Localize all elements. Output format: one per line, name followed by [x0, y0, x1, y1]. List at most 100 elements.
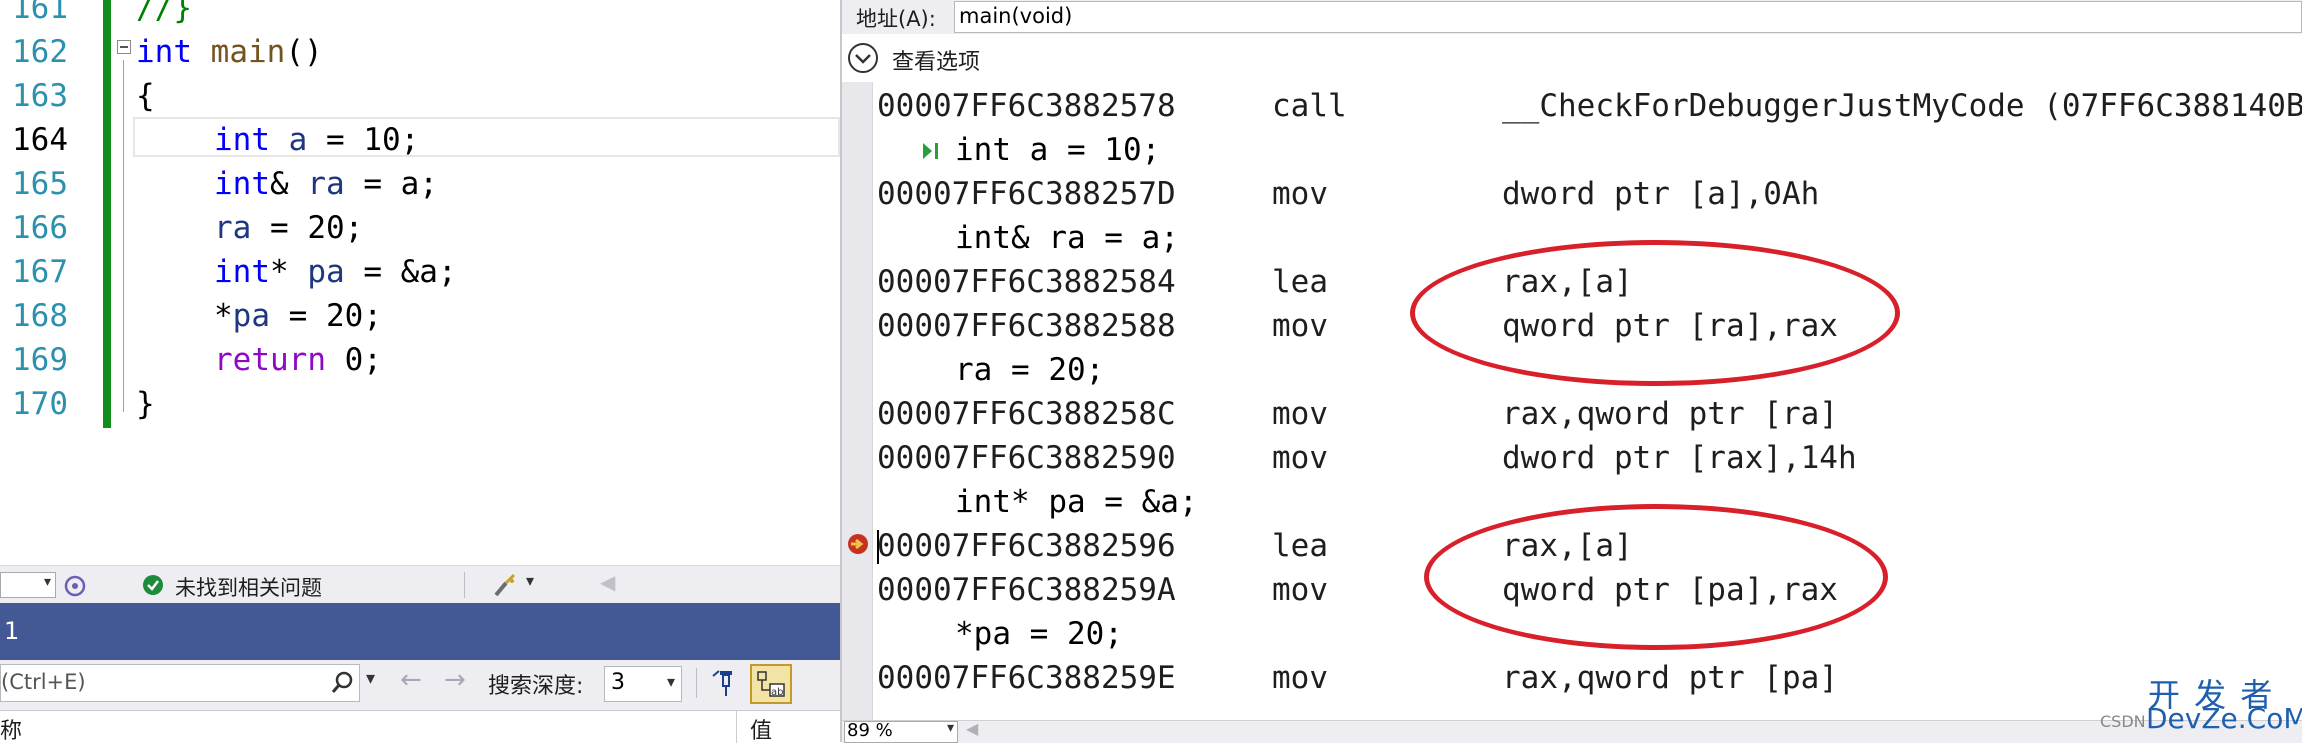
asm-row-current[interactable]: 00007FF6C3882596 lea rax,[a] — [877, 524, 1633, 568]
collapse-icon[interactable] — [117, 40, 131, 54]
keyword: int — [214, 254, 270, 290]
asm-operands: rax,qword ptr [pa] — [1502, 660, 1838, 696]
line-number: 169 — [12, 342, 68, 378]
disassembly-window[interactable]: 地址(A): main(void) 查看选项 00007FF6C3882578 c… — [840, 0, 2302, 743]
line-number: 161 — [12, 0, 68, 26]
chevron-down-icon[interactable]: ▾ — [526, 571, 534, 590]
variable: ra — [214, 210, 252, 246]
source-text: ra = 20; — [955, 352, 1105, 388]
watch-panel-title: 1 — [0, 603, 840, 660]
column-name-header[interactable]: 称 — [0, 713, 22, 745]
code-line[interactable]: //} — [136, 0, 192, 30]
source-row[interactable]: ra = 20; — [955, 348, 1104, 392]
code-text: = 20; — [251, 210, 364, 246]
zoom-select[interactable]: 89 % ▾ — [844, 720, 958, 743]
asm-row[interactable]: 00007FF6C3882578 call __CheckForDebuggerJu… — [877, 84, 2302, 128]
search-depth-select[interactable]: 3 ▾ — [604, 666, 682, 702]
keyword: int — [136, 34, 192, 70]
code-line[interactable]: { — [136, 74, 155, 118]
code-line[interactable]: } — [136, 382, 155, 426]
code-line[interactable]: ra = 20; — [214, 206, 363, 250]
asm-row[interactable]: 00007FF6C3882584 lea rax,[a] — [877, 260, 1633, 304]
asm-row[interactable]: 00007FF6C388257D mov dword ptr [a],0Ah — [877, 172, 1819, 216]
panel-title: 1 — [4, 617, 20, 645]
address-input[interactable]: main(void) — [954, 1, 2302, 33]
code-line[interactable]: int* pa = &a; — [214, 250, 457, 294]
variable: ra — [307, 166, 345, 202]
code-line[interactable]: *pa = 20; — [214, 294, 382, 338]
issues-status-text[interactable]: 未找到相关问题 — [175, 572, 322, 602]
search-input[interactable]: (Ctrl+E) — [0, 664, 360, 702]
annotation-circle — [1410, 240, 1900, 386]
scroll-left-icon[interactable]: ◀ — [600, 570, 615, 594]
asm-operands: dword ptr [a],0Ah — [1502, 176, 1820, 212]
asm-operands: dword ptr [rax],14h — [1502, 440, 1857, 476]
code-text: = &a; — [344, 254, 457, 290]
asm-opcode: mov — [1272, 440, 1328, 476]
code-text: { — [136, 78, 155, 114]
code-line[interactable]: int main() — [136, 30, 323, 74]
asm-address: 00007FF6C388257D — [877, 176, 1176, 212]
horizontal-scrollbar[interactable]: 89 % ▾ ◀ — [842, 719, 2302, 743]
asm-address: 00007FF6C388259E — [877, 660, 1176, 696]
line-number: 170 — [12, 386, 68, 422]
asm-row[interactable]: 00007FF6C388258C mov rax,qword ptr [ra] — [877, 392, 1838, 436]
view-options-bar[interactable]: 查看选项 — [842, 34, 2302, 82]
asm-row[interactable]: 00007FF6C388259A mov qword ptr [pa],rax — [877, 568, 1838, 612]
asm-address: 00007FF6C3882584 — [877, 264, 1176, 300]
source-text: int* pa = &a; — [955, 484, 1198, 520]
source-row[interactable]: *pa = 20; — [955, 612, 1123, 656]
scroll-left-icon[interactable]: ◀ — [966, 719, 978, 738]
asm-opcode: call — [1272, 88, 1347, 124]
check-circle-icon — [143, 575, 163, 595]
view-options-label[interactable]: 查看选项 — [892, 44, 980, 76]
address-bar: 地址(A): main(void) — [842, 0, 2302, 35]
source-text: int& ra = a; — [955, 220, 1179, 256]
code-text: * — [214, 298, 233, 334]
keyword: int — [214, 166, 270, 202]
source-text: int a = 10; — [955, 132, 1161, 168]
asm-address: 00007FF6C3882590 — [877, 440, 1176, 476]
pin-icon[interactable] — [710, 668, 738, 698]
divider — [464, 572, 465, 598]
asm-operands: rax,qword ptr [ra] — [1502, 396, 1838, 432]
asm-row[interactable]: 00007FF6C3882590 mov dword ptr [rax],14h — [877, 436, 1857, 480]
code-line[interactable]: return 0; — [214, 338, 382, 382]
watermark-small: CSDN — [2100, 712, 2146, 731]
chevron-down-icon[interactable]: ▾ — [366, 668, 375, 689]
editor-status-bar: ▾ 未找到相关问题 ▾ ◀ — [0, 565, 840, 604]
search-icon[interactable] — [331, 671, 353, 695]
address-label: 地址(A): — [856, 7, 936, 31]
asm-address: 00007FF6C388259A — [877, 572, 1176, 608]
column-value-header[interactable]: 值 — [750, 713, 772, 745]
run-to-cursor-icon[interactable] — [920, 140, 942, 162]
function-name: main — [192, 34, 286, 70]
fold-guide-line — [123, 60, 124, 412]
breakpoint-current-icon[interactable] — [846, 532, 870, 556]
copilot-icon[interactable] — [62, 573, 88, 599]
view-toggle-button[interactable]: ab — [750, 664, 792, 704]
code-cleanup-icon[interactable] — [492, 571, 520, 599]
asm-opcode: mov — [1272, 572, 1328, 608]
asm-row[interactable]: 00007FF6C388259E mov rax,qword ptr [pa] — [877, 656, 1838, 700]
source-row[interactable]: int& ra = a; — [955, 216, 1179, 260]
asm-row[interactable]: 00007FF6C3882588 mov qword ptr [ra],rax — [877, 304, 1838, 348]
code-editor[interactable]: 161 162 163 164 165 166 167 168 169 170 … — [0, 0, 840, 565]
forward-arrow-icon[interactable]: → — [444, 665, 466, 695]
source-row[interactable]: int* pa = &a; — [955, 480, 1198, 524]
line-number: 162 — [12, 34, 68, 70]
chevron-down-icon: ▾ — [43, 574, 51, 590]
breakpoint-margin[interactable] — [842, 82, 873, 722]
asm-address: 00007FF6C3882596 — [877, 528, 1176, 564]
code-line[interactable]: int& ra = a; — [214, 162, 438, 206]
line-number: 165 — [12, 166, 68, 202]
back-arrow-icon[interactable]: ← — [400, 665, 422, 695]
column-divider[interactable] — [736, 711, 737, 743]
chevron-down-circle-icon[interactable] — [847, 42, 879, 74]
asm-opcode: lea — [1272, 264, 1328, 300]
search-depth-value: 3 — [611, 670, 625, 695]
zoom-dropdown[interactable]: ▾ — [0, 572, 56, 598]
code-line-current[interactable]: int a = 10; — [214, 118, 419, 162]
change-indicator-bar — [103, 0, 111, 428]
source-row[interactable]: int a = 10; — [955, 128, 1160, 172]
